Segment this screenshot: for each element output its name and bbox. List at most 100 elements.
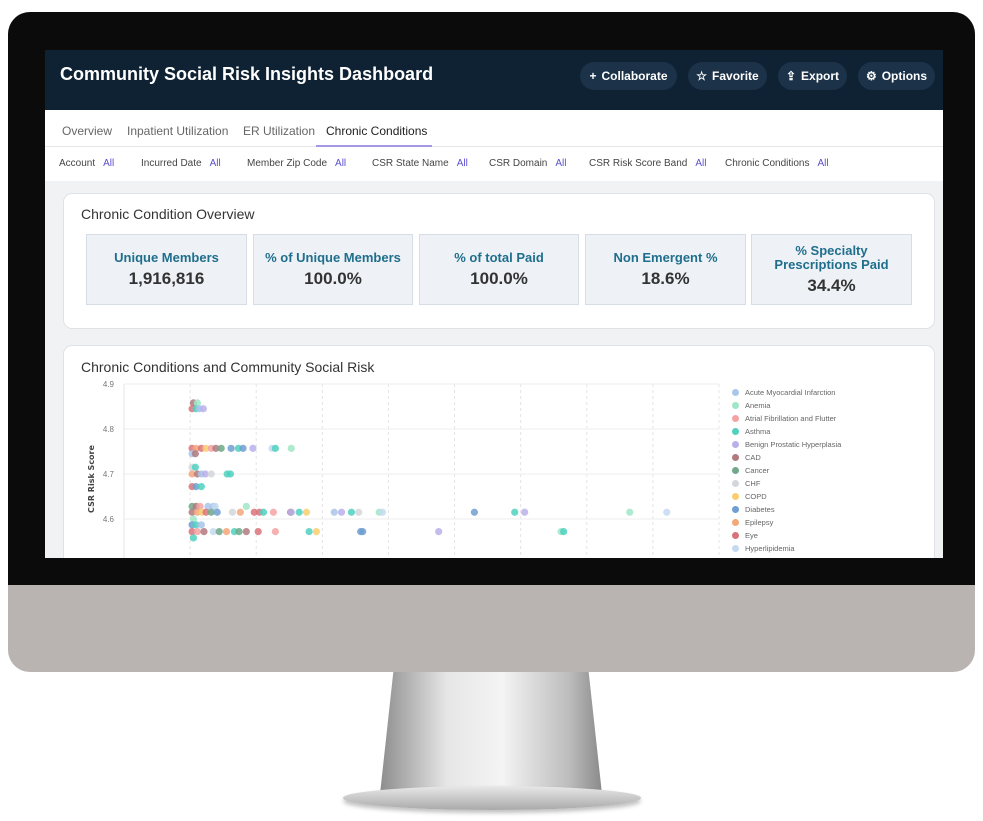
kpi-specialty-prescriptions: % Specialty Prescriptions Paid 34.4%: [751, 234, 912, 305]
data-point: [330, 508, 338, 516]
filter-bar: Account All Incurred Date All Member Zip C…: [45, 147, 943, 181]
chronic-conditions-chart-card: Chronic Conditions and Community Social …: [63, 345, 935, 558]
data-point: [337, 508, 346, 516]
filter-label: Incurred Date: [141, 158, 202, 169]
filter-csr-state-name[interactable]: CSR State Name All: [372, 158, 468, 169]
data-point: [626, 508, 634, 516]
legend-label: Asthma: [745, 427, 771, 436]
kpi-value: 100.0%: [304, 268, 362, 288]
filter-account[interactable]: Account All: [59, 158, 114, 169]
filter-value[interactable]: All: [818, 158, 829, 169]
legend-label: Hyperlipidemia: [745, 544, 795, 553]
filter-value[interactable]: All: [457, 158, 468, 169]
filter-value[interactable]: All: [210, 158, 221, 169]
tab-inpatient-utilization[interactable]: Inpatient Utilization: [127, 110, 228, 147]
legend-item[interactable]: Eye: [732, 529, 841, 542]
legend-item[interactable]: Benign Prostatic Hyperplasia: [732, 438, 841, 451]
legend-swatch: [732, 402, 739, 409]
legend-item[interactable]: CHF: [732, 477, 841, 490]
kpi-value: 1,916,816: [128, 268, 205, 288]
filter-value[interactable]: All: [695, 158, 706, 169]
legend-swatch: [732, 428, 739, 435]
legend-swatch: [732, 441, 739, 448]
legend-swatch: [732, 467, 739, 474]
kpi-label: % Specialty Prescriptions Paid: [774, 242, 889, 272]
data-point: [470, 508, 478, 516]
monitor-base: [343, 786, 641, 810]
data-point: [302, 508, 311, 516]
legend-swatch: [732, 454, 739, 461]
collaborate-button[interactable]: + Collaborate: [580, 62, 677, 90]
filter-value[interactable]: All: [555, 158, 566, 169]
data-point: [254, 528, 262, 536]
kpi-label: % of Unique Members: [265, 249, 401, 265]
data-point: [227, 444, 235, 452]
data-point: [249, 444, 257, 452]
legend-item[interactable]: Cancer: [732, 464, 841, 477]
kpi-pct-total-paid: % of total Paid 100.0%: [419, 234, 579, 305]
filter-value[interactable]: All: [335, 158, 346, 169]
options-button[interactable]: ⚙ Options: [858, 62, 935, 90]
legend-label: COPD: [745, 492, 767, 501]
legend-item[interactable]: Acute Myocardial Infarction: [732, 386, 841, 399]
tab-er-utilization[interactable]: ER Utilization: [243, 110, 315, 147]
legend-swatch: [732, 480, 739, 487]
tab-overview[interactable]: Overview: [62, 110, 112, 147]
data-point: [200, 528, 208, 536]
kpi-label: Unique Members: [114, 249, 219, 265]
data-point: [271, 444, 279, 452]
data-point: [259, 508, 268, 516]
data-point: [207, 470, 215, 478]
kpi-value: 34.4%: [807, 275, 856, 295]
legend-swatch: [732, 532, 739, 539]
data-point: [222, 528, 231, 536]
y-tick-label: 4.7: [103, 470, 115, 479]
filter-member-zip-code[interactable]: Member Zip Code All: [247, 158, 346, 169]
chart-legend: Acute Myocardial Infarction Anemia Atrial …: [732, 386, 841, 555]
kpi-unique-members: Unique Members 1,916,816: [86, 234, 247, 305]
data-point: [242, 528, 250, 536]
data-point: [663, 508, 671, 516]
legend-item[interactable]: Atrial Fibrillation and Flutter: [732, 412, 841, 425]
data-point: [287, 508, 295, 516]
data-point: [226, 470, 235, 478]
filter-csr-risk-score-band[interactable]: CSR Risk Score Band All: [589, 158, 707, 169]
filter-csr-domain[interactable]: CSR Domain All: [489, 158, 566, 169]
export-button[interactable]: ⇪ Export: [778, 62, 847, 90]
kpi-pct-unique-members: % of Unique Members 100.0%: [253, 234, 413, 305]
gear-icon: ⚙: [865, 69, 877, 83]
tab-bar: Overview Inpatient Utilization ER Utiliz…: [45, 110, 943, 147]
legend-label: CHF: [745, 479, 761, 488]
filter-label: Member Zip Code: [247, 158, 328, 169]
filter-value[interactable]: All: [103, 158, 114, 169]
legend-item[interactable]: Hyperlipidemia: [732, 542, 841, 555]
data-point: [347, 508, 356, 516]
legend-label: Diabetes: [745, 505, 775, 514]
favorite-button[interactable]: ☆ Favorite: [688, 62, 767, 90]
tab-chronic-conditions[interactable]: Chronic Conditions: [316, 110, 432, 147]
kpi-label: % of total Paid: [454, 249, 544, 265]
data-point: [511, 508, 519, 516]
data-point: [435, 528, 443, 536]
legend-item[interactable]: Diabetes: [732, 503, 841, 516]
legend-item[interactable]: COPD: [732, 490, 841, 503]
legend-item[interactable]: Anemia: [732, 399, 841, 412]
kpi-value: 18.6%: [641, 268, 690, 288]
y-tick-label: 4.8: [103, 425, 115, 434]
filter-label: Account: [59, 158, 96, 169]
legend-item[interactable]: Epilepsy: [732, 516, 841, 529]
data-point: [269, 508, 278, 516]
legend-label: Epilepsy: [745, 518, 774, 527]
legend-swatch: [732, 389, 739, 396]
data-point: [228, 508, 237, 516]
filter-incurred-date[interactable]: Incurred Date All: [141, 158, 221, 169]
screen: Community Social Risk Insights Dashboard…: [45, 50, 943, 558]
monitor-chin: [8, 585, 975, 672]
legend-item[interactable]: Asthma: [732, 425, 841, 438]
data-point: [239, 444, 247, 452]
y-tick-label: 4.6: [103, 515, 115, 524]
legend-label: Atrial Fibrillation and Flutter: [745, 414, 837, 423]
filter-chronic-conditions[interactable]: Chronic Conditions All: [725, 158, 829, 169]
legend-item[interactable]: CAD: [732, 451, 841, 464]
plus-icon: +: [589, 69, 597, 83]
